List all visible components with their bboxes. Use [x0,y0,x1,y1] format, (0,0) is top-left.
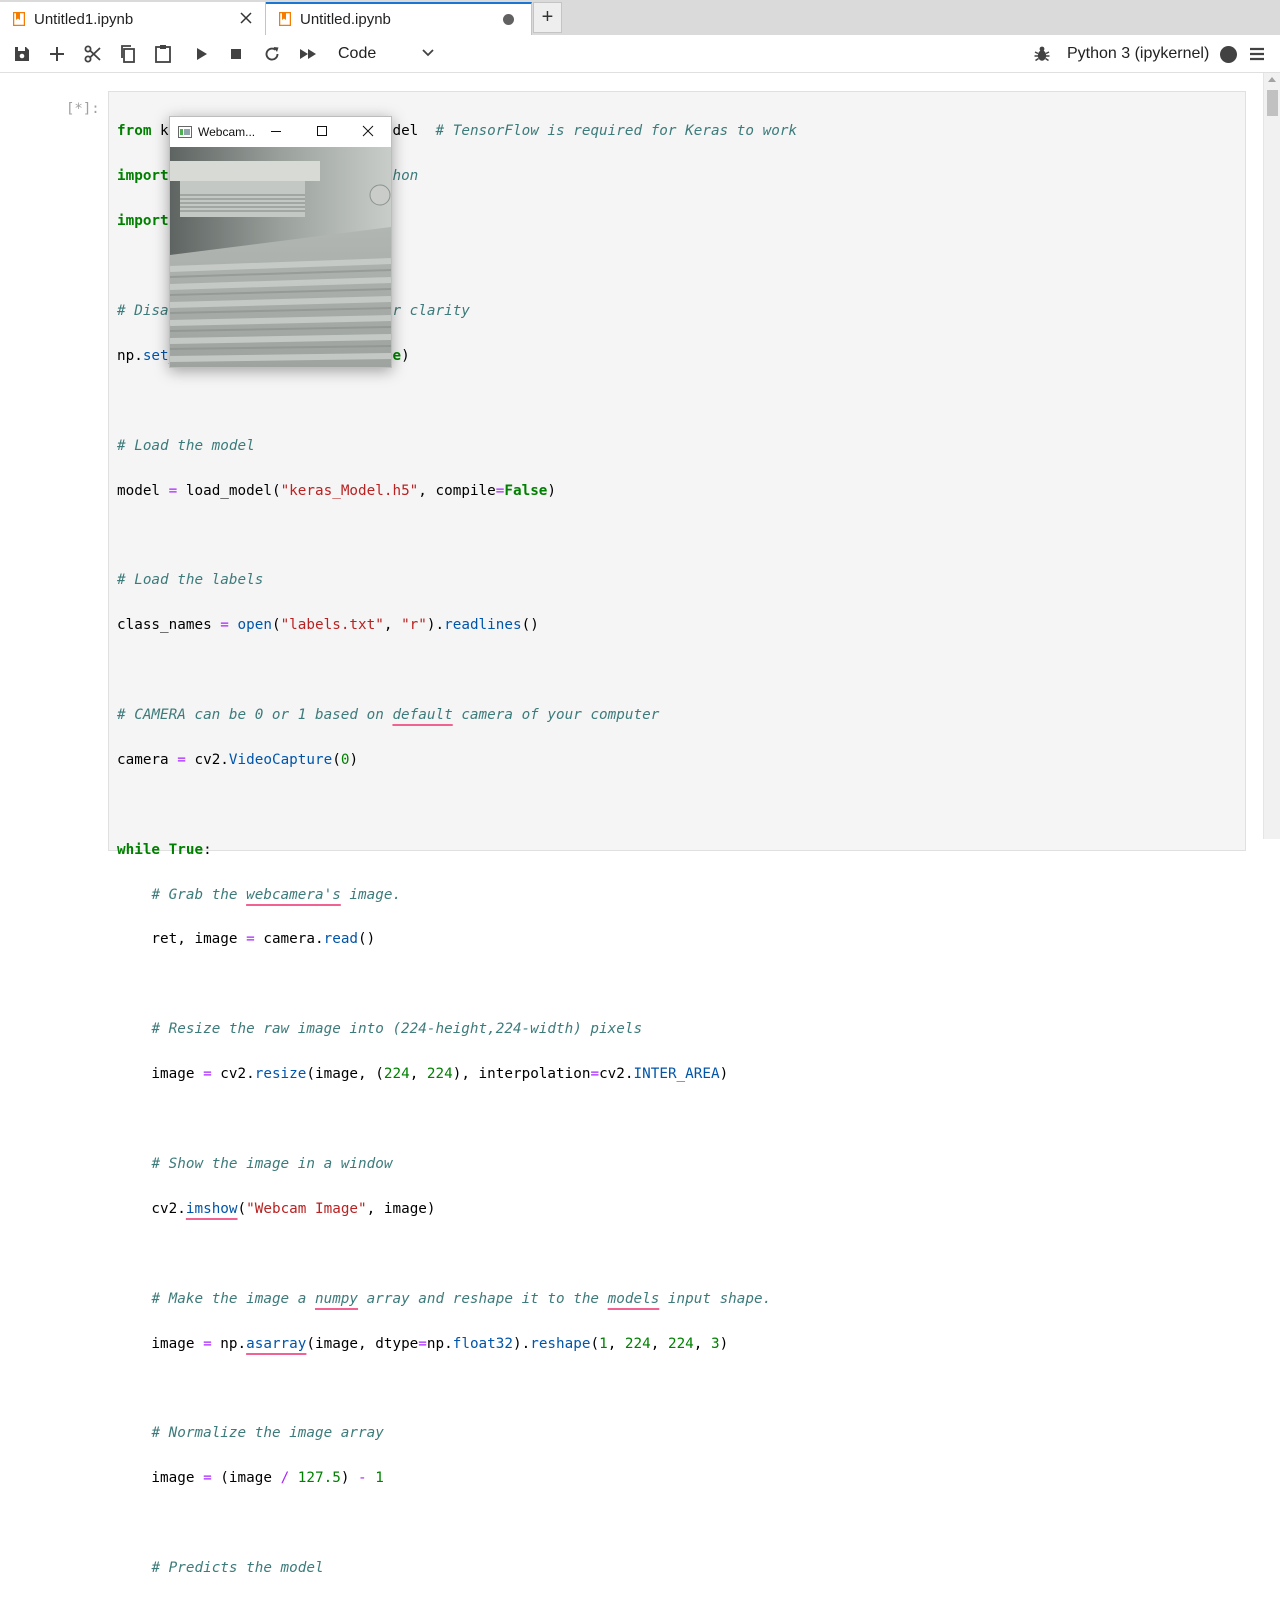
run-icon[interactable] [190,43,212,65]
notebook-icon [13,12,25,26]
copy-icon[interactable] [117,43,139,65]
tab-label: Untitled1.ipynb [34,11,134,28]
unsaved-dot-icon[interactable] [503,14,514,25]
kernel-status-icon[interactable] [1220,46,1237,63]
kernel-name[interactable]: Python 3 (ipykernel) [1067,45,1209,63]
maximize-icon[interactable] [316,125,328,137]
run-all-icon[interactable] [297,43,319,65]
scroll-up-arrow-icon[interactable] [1268,77,1276,82]
cell-type-select[interactable]: Code [338,45,376,63]
add-cell-icon[interactable] [46,43,68,65]
close-icon[interactable] [239,11,253,25]
menu-icon[interactable] [1248,45,1266,63]
chevron-down-icon[interactable] [420,45,436,61]
tab-untitled1[interactable]: Untitled1.ipynb [0,2,266,35]
webcam-titlebar[interactable]: Webcam... [170,117,391,147]
notebook-toolbar: Code Python 3 (ipykernel) [0,35,1280,73]
save-icon[interactable] [11,43,33,65]
close-icon[interactable] [362,125,374,137]
minimize-icon[interactable] [270,125,282,137]
restart-icon[interactable] [261,43,283,65]
tab-label: Untitled.ipynb [300,11,391,28]
paste-icon[interactable] [152,43,174,65]
stop-icon[interactable] [225,43,247,65]
notebook-icon [279,12,291,26]
webcam-video-feed [170,147,391,367]
scrollbar-thumb[interactable] [1267,90,1278,116]
new-tab-button[interactable]: + [533,2,562,33]
cell-prompt: [*]: [66,101,100,117]
tab-bar: Untitled1.ipynb Untitled.ipynb + [0,0,1280,35]
window-app-icon [178,126,192,138]
webcam-image [170,147,391,367]
webcam-window[interactable]: Webcam... [169,116,392,368]
webcam-window-title: Webcam... [198,125,256,139]
tab-untitled[interactable]: Untitled.ipynb [266,2,532,35]
bug-icon[interactable] [1032,44,1052,64]
vertical-scrollbar[interactable] [1263,73,1280,839]
cut-icon[interactable] [82,43,104,65]
